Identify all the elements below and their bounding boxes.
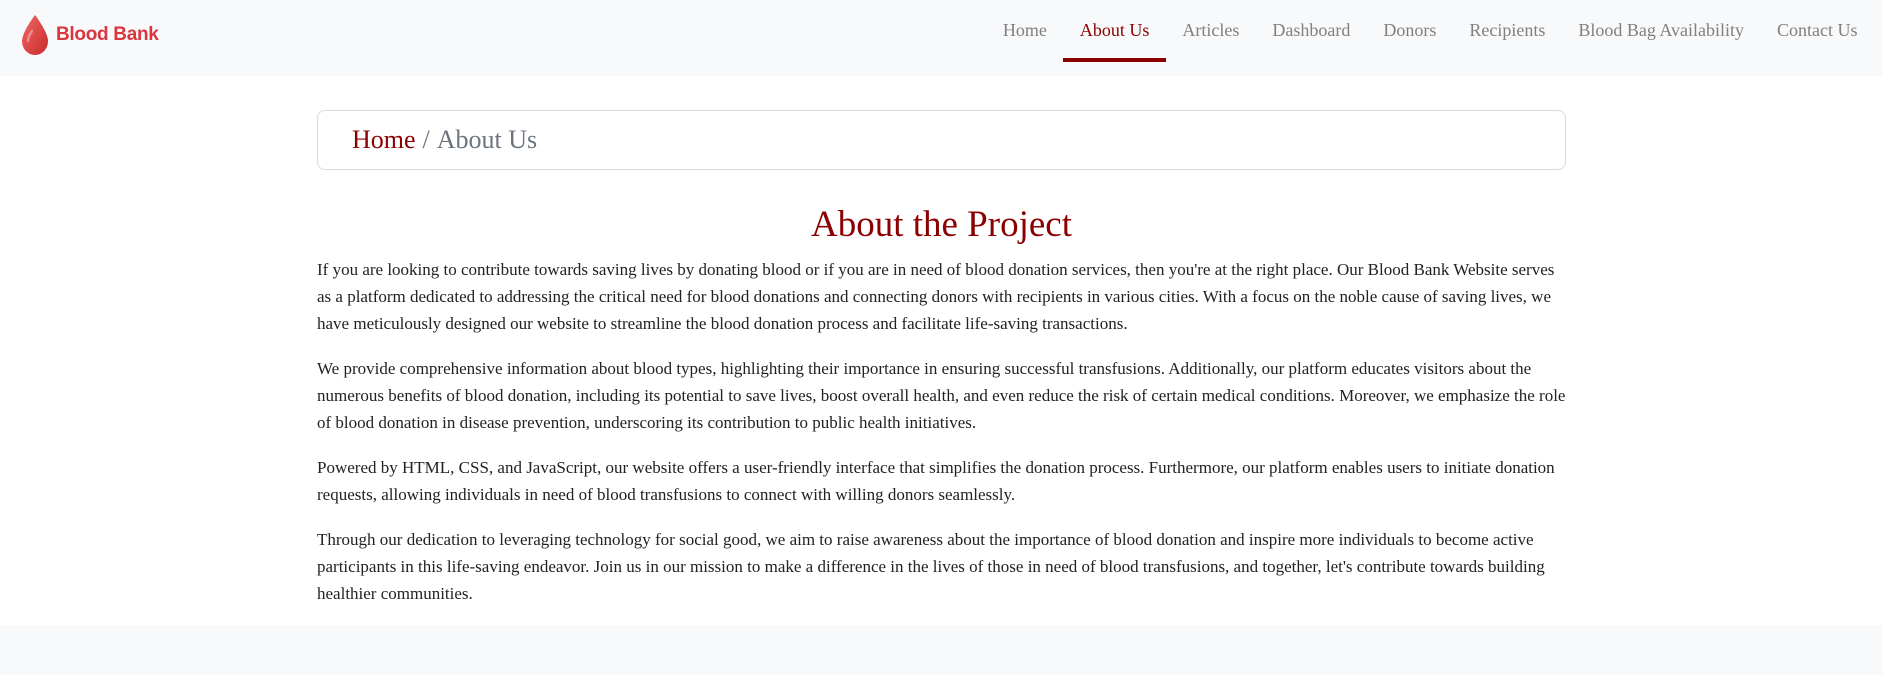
about-article: If you are looking to contribute towards… [317,256,1566,625]
page-title: About the Project [810,204,1072,245]
nav-menu: Home About Us Articles Dashboard Donors … [986,0,1874,62]
brand-logo-link[interactable]: Blood Bank [20,14,159,56]
nav-item-about-us[interactable]: About Us [1063,0,1166,62]
top-navbar: Blood Bank Home About Us Articles Dashbo… [0,0,1882,76]
nav-item-articles[interactable]: Articles [1166,0,1256,62]
nav-item-recipients[interactable]: Recipients [1453,0,1562,62]
nav-item-blood-bag-availability[interactable]: Blood Bag Availability [1562,0,1761,62]
nav-item-donors[interactable]: Donors [1367,0,1453,62]
breadcrumb-current: About Us [436,125,538,154]
about-paragraph: If you are looking to contribute towards… [317,260,1555,333]
breadcrumb-separator: / [422,125,430,154]
breadcrumb: Home / About Us [317,110,1566,170]
about-paragraph: We provide comprehensive information abo… [317,359,1566,432]
breadcrumb-home-link[interactable]: Home [352,125,416,155]
brand-name: Blood Bank [56,24,159,45]
about-paragraph: Through our dedication to leveraging tec… [317,530,1545,603]
nav-item-home[interactable]: Home [986,0,1063,62]
nav-item-dashboard[interactable]: Dashboard [1256,0,1367,62]
blood-drop-icon [22,15,48,55]
about-paragraph: Powered by HTML, CSS, and JavaScript, ou… [317,458,1555,504]
main-content: Home / About Us About the Project If you… [0,76,1882,625]
nav-item-contact-us[interactable]: Contact Us [1761,0,1875,62]
